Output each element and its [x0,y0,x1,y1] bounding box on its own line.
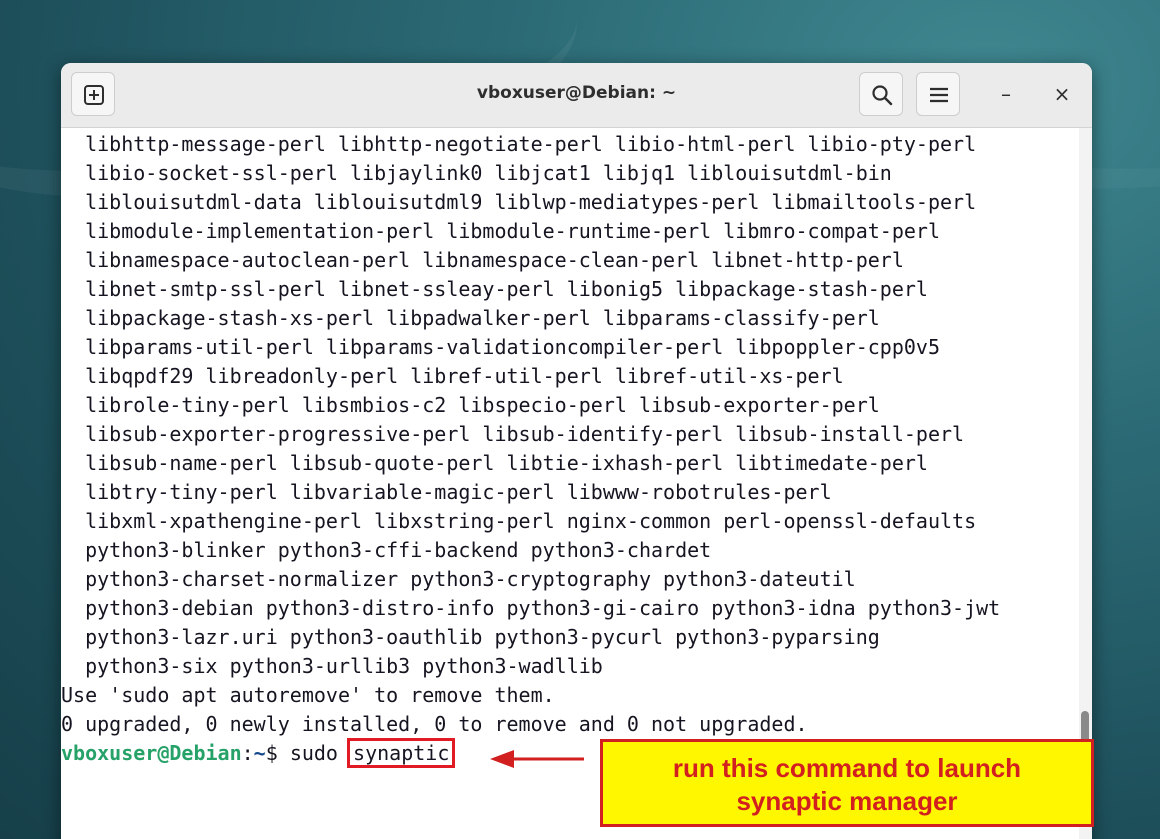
prompt-path: ~ [253,741,266,765]
search-button[interactable] [859,72,903,116]
terminal-line: python3-blinker python3-cffi-backend pyt… [61,538,712,562]
callout-line-1: run this command to launch [672,753,1022,783]
terminal-line: libhttp-message-perl libhttp-negotiate-p… [61,132,977,156]
search-icon [872,85,893,106]
terminal-line: 0 upgraded, 0 newly installed, 0 to remo… [61,712,808,736]
terminal-line: libtry-tiny-perl libvariable-magic-perl … [61,480,832,504]
highlighted-command: synaptic [347,738,456,768]
terminal-line: libpackage-stash-xs-perl libpadwalker-pe… [61,306,880,330]
hamburger-menu-icon [930,87,948,103]
title-bar[interactable]: vboxuser@Debian: ~ – × [61,63,1092,128]
menu-button[interactable] [916,72,960,116]
terminal-line: Use 'sudo apt autoremove' to remove them… [61,683,555,707]
prompt-separator: : [241,741,254,765]
terminal-window: vboxuser@Debian: ~ – × libhttp-message-p… [61,63,1092,839]
prompt-line[interactable]: vboxuser@Debian:~$ sudo synaptic [61,738,456,768]
terminal-line: libmodule-implementation-perl libmodule-… [61,219,940,243]
minimize-button[interactable]: – [989,77,1023,111]
terminal-line: librole-tiny-perl libsmbios-c2 libspecio… [61,393,880,417]
terminal-output[interactable]: libhttp-message-perl libhttp-negotiate-p… [61,128,1079,839]
close-button[interactable]: × [1045,77,1079,111]
terminal-line: libnamespace-autoclean-perl libnamespace… [61,248,904,272]
terminal-line: libio-socket-ssl-perl libjaylink0 libjca… [61,161,892,185]
callout-line-2: synaptic manager [736,786,958,816]
terminal-line: libparams-util-perl libparams-validation… [61,335,940,359]
arrow-annotation [490,750,584,768]
minimize-icon: – [1001,82,1011,106]
terminal-line: python3-six python3-urllib3 python3-wadl… [61,654,603,678]
terminal-line: libqpdf29 libreadonly-perl libref-util-p… [61,364,844,388]
close-icon: × [1053,82,1071,106]
terminal-line: libnet-smtp-ssl-perl libnet-ssleay-perl … [61,277,928,301]
instruction-callout: run this command to launch synaptic mana… [600,739,1094,827]
command-prefix: sudo [289,741,351,765]
terminal-line: liblouisutdml-data liblouisutdml9 liblwp… [61,190,977,214]
terminal-line: libsub-name-perl libsub-quote-perl libti… [61,451,928,475]
terminal-line: libsub-exporter-progressive-perl libsub-… [61,422,965,446]
terminal-line: python3-lazr.uri python3-oauthlib python… [61,625,880,649]
terminal-line: python3-debian python3-distro-info pytho… [61,596,1001,620]
terminal-line: libxml-xpathengine-perl libxstring-perl … [61,509,977,533]
prompt-user-host: vboxuser@Debian [61,741,242,765]
prompt-symbol: $ [265,741,290,765]
terminal-line: python3-charset-normalizer python3-crypt… [61,567,856,591]
